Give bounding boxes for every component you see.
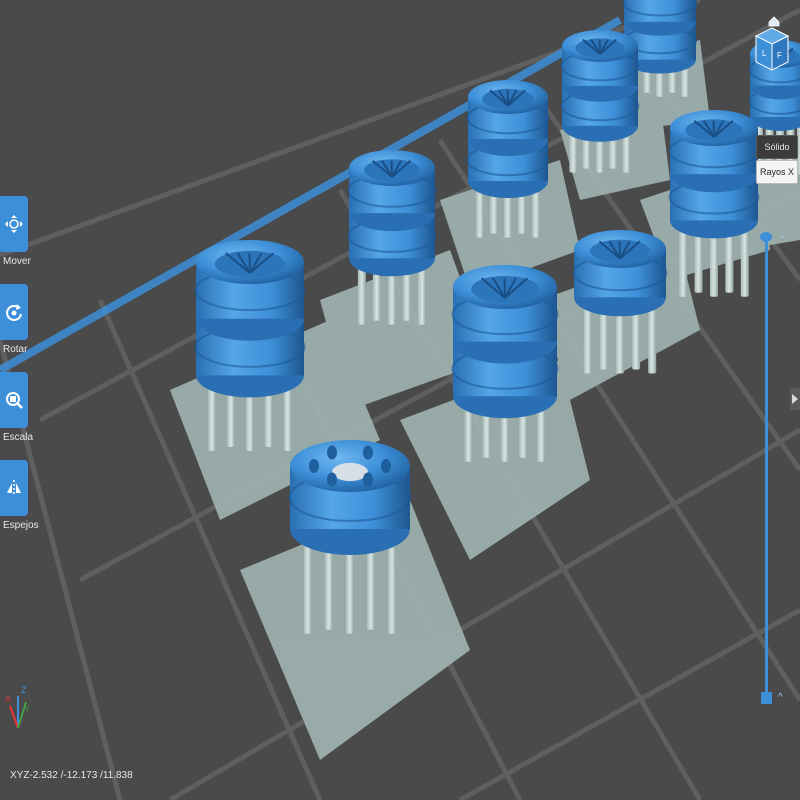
axis-x-label: X [5,694,11,704]
coordinates-readout: XYZ-2.532 /-12.173 /11.838 [10,770,133,781]
rotate-icon [6,304,22,321]
model-part[interactable] [572,230,668,374]
mirror-button[interactable] [0,460,28,516]
model-part[interactable] [466,80,550,238]
side-panel-toggle[interactable] [790,388,800,410]
move-button[interactable] [0,196,28,252]
tool-scale[interactable]: Escala [0,372,40,452]
model-part[interactable] [560,30,640,173]
model-part[interactable] [451,265,559,462]
home-icon[interactable] [768,16,780,27]
svg-text:L: L [762,49,767,58]
model-part[interactable] [668,110,760,297]
scale-label: Escala [3,432,34,443]
layer-slider-top-handle[interactable] [760,232,772,242]
scale-icon [6,392,23,409]
scale-button[interactable] [0,372,28,428]
layer-slider-track[interactable] [765,236,768,702]
mirror-label: Espejos [3,520,39,531]
model-part[interactable] [194,240,306,451]
move-icon [5,215,23,233]
view-mode-solid[interactable]: Sólido [756,135,798,159]
rotate-button[interactable] [0,284,28,340]
axis-y-label: Y [24,704,30,714]
3d-viewport[interactable] [0,0,800,800]
rotate-label: Rotar [3,344,28,355]
svg-text:F: F [777,51,782,60]
chevron-right-icon [792,394,798,404]
layer-slider-bottom-handle[interactable] [761,692,772,704]
tool-move[interactable]: Mover [0,196,40,276]
move-label: Mover [3,256,31,267]
tool-mirror[interactable]: Espejos [0,460,40,540]
view-mode-xray[interactable]: Rayos X [756,160,798,184]
chevron-up-icon[interactable]: ^ [778,692,783,703]
axis-indicator: X Z Y [5,685,30,729]
model-part[interactable] [288,440,412,634]
mirror-icon [7,480,21,496]
model-part[interactable] [347,150,437,325]
view-cube[interactable]: L F [752,14,792,78]
chevron-down-icon[interactable]: ⌄ [778,230,786,241]
tool-rotate[interactable]: Rotar [0,284,40,364]
axis-z-label: Z [21,685,27,695]
